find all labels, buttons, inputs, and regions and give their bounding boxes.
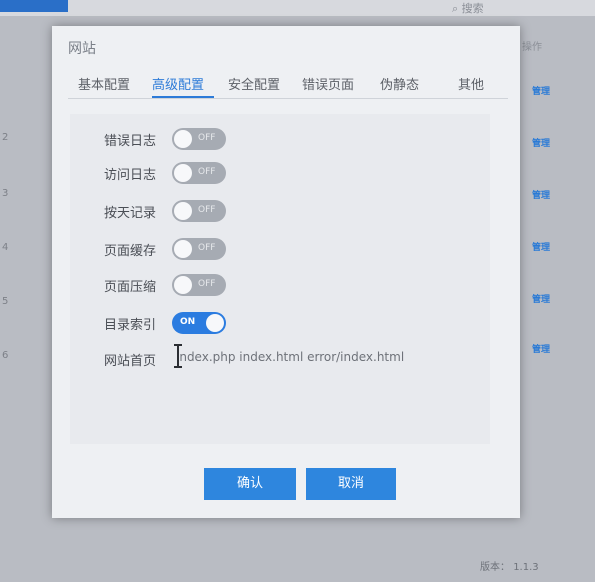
page-cache-toggle[interactable]: OFF bbox=[172, 238, 226, 260]
field-label: 访问日志 bbox=[104, 168, 157, 183]
row-index: 3 bbox=[2, 188, 9, 199]
tab-basic[interactable]: 基本配置 bbox=[78, 74, 130, 93]
tabs-divider bbox=[68, 98, 508, 99]
version-label: 版本： bbox=[480, 562, 510, 573]
background-search[interactable]: ⌕ 搜索 bbox=[452, 0, 522, 15]
tab-security[interactable]: 安全配置 bbox=[228, 74, 280, 93]
field-access-log: 访问日志 OFF bbox=[70, 158, 500, 186]
toggle-knob bbox=[174, 130, 192, 148]
field-page-compress: 页面压缩 OFF bbox=[70, 270, 500, 298]
row-manage-link[interactable]: 管理 bbox=[532, 342, 552, 355]
field-label: 页面压缩 bbox=[104, 280, 157, 295]
toggle-knob bbox=[174, 276, 192, 294]
access-log-toggle[interactable]: OFF bbox=[172, 162, 226, 184]
row-index: 4 bbox=[2, 242, 9, 253]
row-manage-link[interactable]: 管理 bbox=[532, 240, 552, 253]
row-manage-link[interactable]: 管理 bbox=[532, 292, 552, 305]
row-index: 5 bbox=[2, 296, 9, 307]
toggle-state: OFF bbox=[198, 133, 216, 143]
confirm-button[interactable]: 确认 bbox=[204, 468, 296, 500]
cancel-button[interactable]: 取消 bbox=[306, 468, 396, 500]
field-daily-log: 按天记录 OFF bbox=[70, 196, 500, 224]
field-label: 错误日志 bbox=[104, 134, 157, 149]
field-directory-index: 目录索引 ON bbox=[70, 308, 500, 336]
tab-error-pages[interactable]: 错误页面 bbox=[302, 74, 354, 93]
tab-advanced[interactable]: 高级配置 bbox=[152, 74, 204, 93]
row-index: 2 bbox=[2, 132, 9, 143]
settings-tabs: 基本配置 高级配置 安全配置 错误页面 伪静态 其他 bbox=[52, 74, 520, 98]
directory-index-toggle[interactable]: ON bbox=[172, 312, 226, 334]
search-icon: ⌕ bbox=[452, 2, 459, 15]
row-manage-link[interactable]: 管理 bbox=[532, 188, 552, 201]
advanced-settings-panel: 错误日志 OFF 访问日志 OFF 按天记录 OFF 页面缓存 OFF 页面压缩… bbox=[70, 114, 490, 444]
page-compress-toggle[interactable]: OFF bbox=[172, 274, 226, 296]
toggle-knob bbox=[174, 240, 192, 258]
homepage-input[interactable]: index.php index.html error/index.html bbox=[176, 350, 476, 366]
toggle-knob bbox=[206, 314, 224, 332]
toggle-knob bbox=[174, 202, 192, 220]
site-settings-dialog: 网站 基本配置 高级配置 安全配置 错误页面 伪静态 其他 错误日志 OFF 访… bbox=[52, 26, 520, 518]
field-label: 页面缓存 bbox=[104, 244, 157, 259]
version-info: 版本： 1.1.3 bbox=[480, 558, 539, 573]
field-label: 网站首页 bbox=[104, 354, 157, 369]
text-cursor-icon bbox=[174, 344, 182, 368]
field-label: 按天记录 bbox=[104, 206, 157, 221]
error-log-toggle[interactable]: OFF bbox=[172, 128, 226, 150]
toggle-state: ON bbox=[180, 317, 196, 327]
tab-other[interactable]: 其他 bbox=[458, 74, 484, 93]
field-homepage: 网站首页 index.php index.html error/index.ht… bbox=[70, 344, 500, 372]
row-index: 6 bbox=[2, 350, 9, 361]
field-error-log: 错误日志 OFF bbox=[70, 124, 500, 152]
dialog-title: 网站 bbox=[68, 41, 96, 57]
version-value: 1.1.3 bbox=[513, 562, 539, 573]
toggle-state: OFF bbox=[198, 243, 216, 253]
toggle-state: OFF bbox=[198, 279, 216, 289]
background-active-tab[interactable] bbox=[0, 0, 68, 12]
row-manage-link[interactable]: 管理 bbox=[532, 84, 552, 97]
toggle-state: OFF bbox=[198, 167, 216, 177]
field-label: 目录索引 bbox=[104, 318, 157, 333]
search-placeholder: 搜索 bbox=[461, 2, 484, 15]
daily-log-toggle[interactable]: OFF bbox=[172, 200, 226, 222]
tab-rewrite[interactable]: 伪静态 bbox=[380, 74, 419, 93]
toggle-knob bbox=[174, 164, 192, 182]
field-page-cache: 页面缓存 OFF bbox=[70, 234, 500, 262]
row-manage-link[interactable]: 管理 bbox=[532, 136, 552, 149]
toggle-state: OFF bbox=[198, 205, 216, 215]
